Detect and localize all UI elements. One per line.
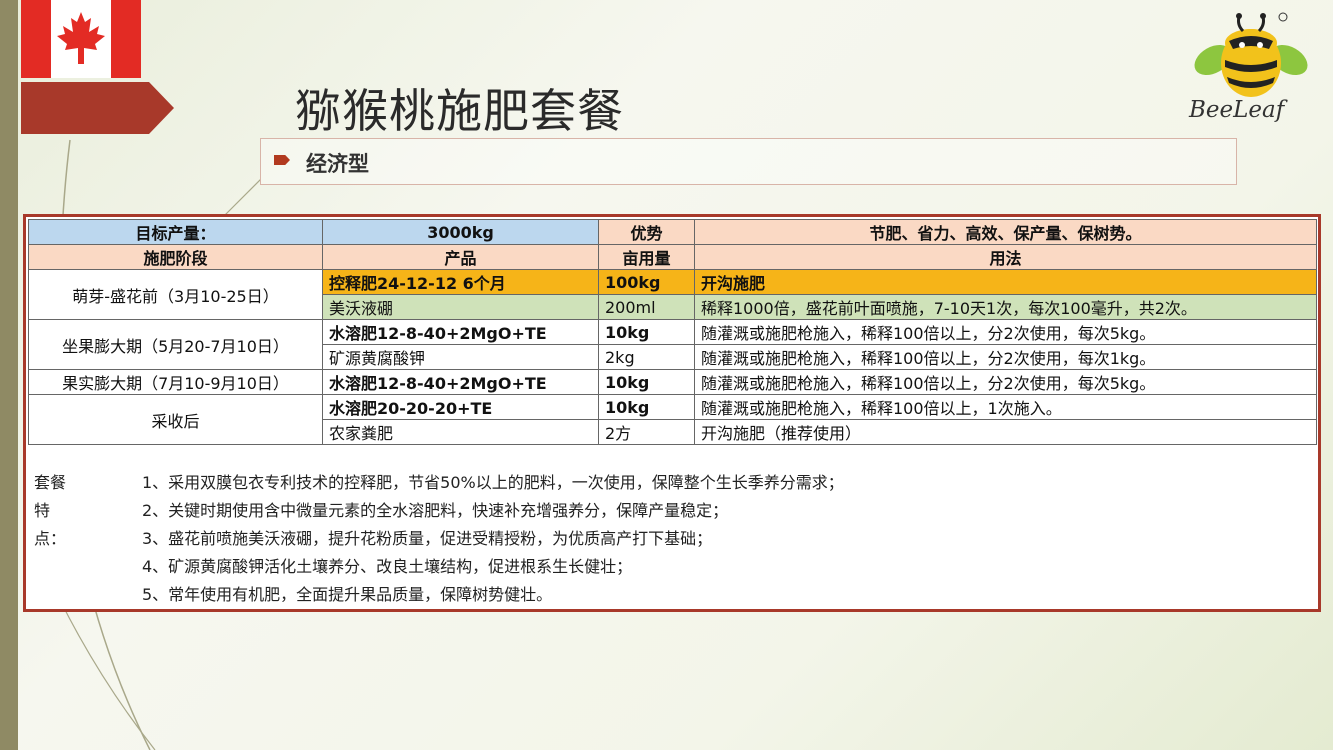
fertilizer-plan-table: 目标产量： 3000kg 优势 节肥、省力、高效、保产量、保树势。 施肥阶段 产… (23, 214, 1321, 612)
target-yield-value: 3000kg (322, 219, 599, 245)
table-row: 坐果膨大期（5月20-7月10日） 水溶肥12-8-40+2MgO+TE 10k… (28, 319, 1317, 370)
feature-item: 2、关键时期使用含中微量元素的全水溶肥料，快速补充增强养分，保障产量稳定； (142, 501, 729, 520)
advantage-label: 优势 (598, 219, 695, 245)
usage-cell: 随灌溉或施肥枪施入，稀释100倍以上，1次施入。 (694, 394, 1317, 420)
amount-cell: 2方 (598, 419, 695, 445)
product-cell: 农家粪肥 (322, 419, 599, 445)
usage-cell: 开沟施肥（推荐使用） (694, 419, 1317, 445)
bee-icon (1194, 12, 1308, 97)
product-cell: 控释肥24-12-12 6个月 (322, 269, 599, 295)
amount-cell: 100kg (598, 269, 695, 295)
column-header-amount: 亩用量 (598, 244, 695, 270)
column-header-product: 产品 (322, 244, 599, 270)
feature-item: 4、矿源黄腐酸钾活化土壤养分、改良土壤结构，促进根系生长健壮； (142, 557, 633, 576)
stage-cell: 果实膨大期（7月10-9月10日） (28, 369, 323, 395)
amount-cell: 200ml (598, 294, 695, 320)
usage-cell: 开沟施肥 (694, 269, 1317, 295)
feature-item: 3、盛花前喷施美沃液硼，提升花粉质量，促进受精授粉，为优质高产打下基础； (142, 529, 713, 548)
usage-cell: 随灌溉或施肥枪施入，稀释100倍以上，分2次使用，每次1kg。 (694, 344, 1317, 370)
product-cell: 水溶肥20-20-20+TE (322, 394, 599, 420)
advantage-value: 节肥、省力、高效、保产量、保树势。 (694, 219, 1317, 245)
canada-flag (21, 0, 141, 78)
maple-leaf-icon (57, 12, 105, 64)
subtitle: 经济型 (306, 152, 369, 176)
amount-cell: 10kg (598, 369, 695, 395)
product-cell: 美沃液硼 (322, 294, 599, 320)
subtitle-box: 经济型 (260, 138, 1237, 185)
usage-cell: 稀释1000倍，盛花前叶面喷施，7-10天1次，每次100毫升，共2次。 (694, 294, 1317, 320)
stage-cell: 萌芽-盛花前（3月10-25日） (28, 269, 323, 320)
stage-cell: 坐果膨大期（5月20-7月10日） (28, 319, 323, 370)
logo-text: BeeLeaf (1189, 97, 1285, 123)
amount-cell: 2kg (598, 344, 695, 370)
table-row: 果实膨大期（7月10-9月10日） 水溶肥12-8-40+2MgO+TE 10k… (28, 369, 1317, 395)
feature-item: 1、采用双膜包衣专利技术的控释肥，节省50%以上的肥料，一次使用，保障整个生长季… (142, 473, 844, 492)
usage-cell: 随灌溉或施肥枪施入，稀释100倍以上，分2次使用，每次5kg。 (694, 369, 1317, 395)
table-header-row: 目标产量： 3000kg 优势 节肥、省力、高效、保产量、保树势。 (28, 219, 1317, 245)
table-row: 采收后 水溶肥20-20-20+TE 10kg 随灌溉或施肥枪施入，稀释100倍… (28, 394, 1317, 445)
table-row: 萌芽-盛花前（3月10-25日） 控释肥24-12-12 6个月 100kg 开… (28, 269, 1317, 320)
amount-cell: 10kg (598, 394, 695, 420)
product-cell: 矿源黄腐酸钾 (322, 344, 599, 370)
column-header-usage: 用法 (694, 244, 1317, 270)
beeleaf-logo: BeeLeaf (1185, 5, 1315, 130)
arrow-bullet-icon (274, 155, 290, 165)
page-title: 猕猴桃施肥套餐 (295, 84, 624, 138)
column-header-stage: 施肥阶段 (28, 244, 323, 270)
title-arrow-banner (21, 82, 174, 134)
table-column-header-row: 施肥阶段 产品 亩用量 用法 (28, 244, 1317, 270)
features-label: 套餐特点： (34, 473, 67, 548)
stage-cell: 采收后 (28, 394, 323, 445)
product-cell: 水溶肥12-8-40+2MgO+TE (322, 319, 599, 345)
amount-cell: 10kg (598, 319, 695, 345)
feature-item: 5、常年使用有机肥，全面提升果品质量，保障树势健壮。 (142, 585, 553, 604)
target-yield-label: 目标产量： (28, 219, 323, 245)
usage-cell: 随灌溉或施肥枪施入，稀释100倍以上，分2次使用，每次5kg。 (694, 319, 1317, 345)
product-cell: 水溶肥12-8-40+2MgO+TE (322, 369, 599, 395)
